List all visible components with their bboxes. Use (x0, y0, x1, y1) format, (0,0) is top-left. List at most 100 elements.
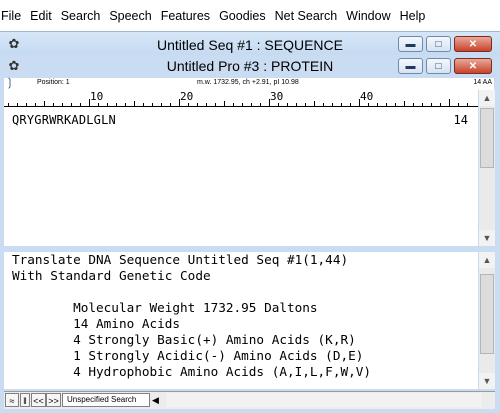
sequence-window-titlebar[interactable]: ✿ Untitled Seq #1 : SEQUENCE ▬ □ ✕ (0, 31, 500, 56)
ruler-tick (467, 103, 468, 106)
protein-sequence[interactable]: QRYGRWRKADLGLN (12, 113, 116, 127)
ruler-tick (440, 103, 441, 106)
ruler-tick (53, 103, 54, 106)
scroll-up-icon[interactable]: ▲ (479, 90, 495, 106)
ruler-tick (314, 101, 315, 106)
ruler-tick (296, 103, 297, 106)
sequence-panel[interactable]: QRYGRWRKADLGLN 14 (4, 107, 478, 246)
menu-help[interactable]: Help (397, 9, 432, 23)
next-button[interactable]: >> (46, 393, 61, 407)
ruler-tick (215, 103, 216, 106)
ruler-tick (62, 103, 63, 106)
minimize-icon[interactable]: ▬ (398, 58, 423, 74)
ruler-tick (26, 103, 27, 106)
menu-search[interactable]: Search (58, 9, 107, 23)
position-label: Position: 1 (37, 79, 70, 86)
ruler-tick (332, 103, 333, 106)
ruler-tick (404, 101, 405, 106)
scroll-down-icon[interactable]: ▼ (479, 373, 495, 389)
output-line: 4 Strongly Basic(+) Amino Acids (K,R) (12, 332, 356, 347)
output-line: 14 Amino Acids (12, 316, 181, 331)
output-line: Molecular Weight 1732.95 Daltons (12, 300, 318, 315)
ruler-tick (350, 103, 351, 106)
menu-speech[interactable]: Speech (106, 9, 157, 23)
ruler-tick (17, 103, 18, 106)
bottom-status-bar: ≈ ‖ << >> Unspecified Search ◀ (4, 391, 495, 409)
sequence-scrollbar[interactable]: ▲ ▼ (479, 90, 495, 246)
ruler-tick (233, 103, 234, 106)
ruler-number: 20 (180, 90, 194, 103)
ruler-tick (287, 103, 288, 106)
ruler-tick (323, 103, 324, 106)
ruler-tick (89, 99, 90, 106)
output-line: 4 Hydrophobic Amino Acids (A,I,L,F,W,V) (12, 364, 372, 379)
ruler-toggle-icon[interactable]: ‖ (20, 393, 30, 407)
output-line: With Standard Genetic Code (12, 268, 211, 283)
protein-stats: m.w. 1732.95, ch +2.91, pI 10.98 (197, 79, 299, 86)
ruler-tick (278, 103, 279, 106)
ruler-tick (80, 103, 81, 106)
sequence-count: 14 (453, 113, 468, 127)
ruler-tick (134, 101, 135, 106)
ruler-tick (206, 103, 207, 106)
menu-net-search[interactable]: Net Search (272, 9, 344, 23)
output-line: 1 Strongly Acidic(-) Amino Acids (D,E) (12, 348, 364, 363)
output-scrollbar[interactable]: ▲ ▼ (479, 252, 495, 389)
output-panel[interactable]: Translate DNA Sequence Untitled Seq #1(1… (4, 252, 478, 389)
protein-window-titlebar[interactable]: ✿ Untitled Pro #3 : PROTEIN ▬ □ ✕ (0, 55, 500, 77)
ruler-tick (449, 99, 450, 106)
wave-tool-icon[interactable]: ≈ (5, 393, 19, 407)
ruler-tick (71, 103, 72, 106)
length-label: 14 AA (473, 79, 492, 86)
ruler-tick (107, 103, 108, 106)
menu-bar: File Edit Search Speech Features Goodies… (0, 0, 500, 31)
protein-window: ✿ Untitled Pro #3 : PROTEIN ▬ □ ✕ ❳ Posi… (0, 55, 500, 413)
ruler-tick (197, 103, 198, 106)
ruler-tick (161, 103, 162, 106)
ruler-tick (341, 103, 342, 106)
close-icon[interactable]: ✕ (454, 58, 492, 74)
previous-button[interactable]: << (31, 393, 46, 407)
ruler-tick (224, 101, 225, 106)
ruler-tick (8, 103, 9, 106)
ruler-tick (269, 99, 270, 106)
ruler-tick (44, 101, 45, 106)
menu-window[interactable]: Window (343, 9, 396, 23)
scroll-up-icon[interactable]: ▲ (479, 252, 495, 268)
close-icon[interactable]: ✕ (454, 36, 492, 52)
ruler-tick (359, 99, 360, 106)
ruler-tick (98, 103, 99, 106)
maximize-icon[interactable]: □ (426, 58, 451, 74)
ruler-tick (188, 103, 189, 106)
ruler-tick (242, 103, 243, 106)
ruler-tick (305, 103, 306, 106)
ruler-tick (431, 103, 432, 106)
ruler-tick (386, 103, 387, 106)
ruler-tick (395, 103, 396, 106)
menu-features[interactable]: Features (158, 9, 216, 23)
menu-goodies[interactable]: Goodies (216, 9, 272, 23)
ruler-tick (35, 103, 36, 106)
search-type-select[interactable]: Unspecified Search (62, 393, 150, 407)
menu-edit[interactable]: Edit (27, 9, 58, 23)
bracket-tool-icon[interactable]: ❳ (5, 77, 19, 90)
scroll-down-icon[interactable]: ▼ (479, 230, 495, 246)
scroll-thumb[interactable] (480, 108, 494, 168)
menu-file[interactable]: File (0, 9, 27, 23)
scroll-thumb[interactable] (480, 274, 494, 354)
ruler-tick (143, 103, 144, 106)
ruler-tick (125, 103, 126, 106)
maximize-icon[interactable]: □ (426, 36, 451, 52)
ruler-number: 10 (90, 90, 104, 103)
chevron-left-icon[interactable]: ◀ (152, 393, 164, 407)
ruler-number: 40 (360, 90, 374, 103)
ruler-tick (179, 99, 180, 106)
sequence-ruler: 10 20 30 40 (4, 90, 478, 107)
ruler-tick (170, 103, 171, 106)
horizontal-scrollbar[interactable] (166, 393, 482, 407)
ruler-tick (413, 103, 414, 106)
ruler-tick (251, 103, 252, 106)
minimize-icon[interactable]: ▬ (398, 36, 423, 52)
ruler-number: 30 (270, 90, 284, 103)
ruler-tick (422, 103, 423, 106)
